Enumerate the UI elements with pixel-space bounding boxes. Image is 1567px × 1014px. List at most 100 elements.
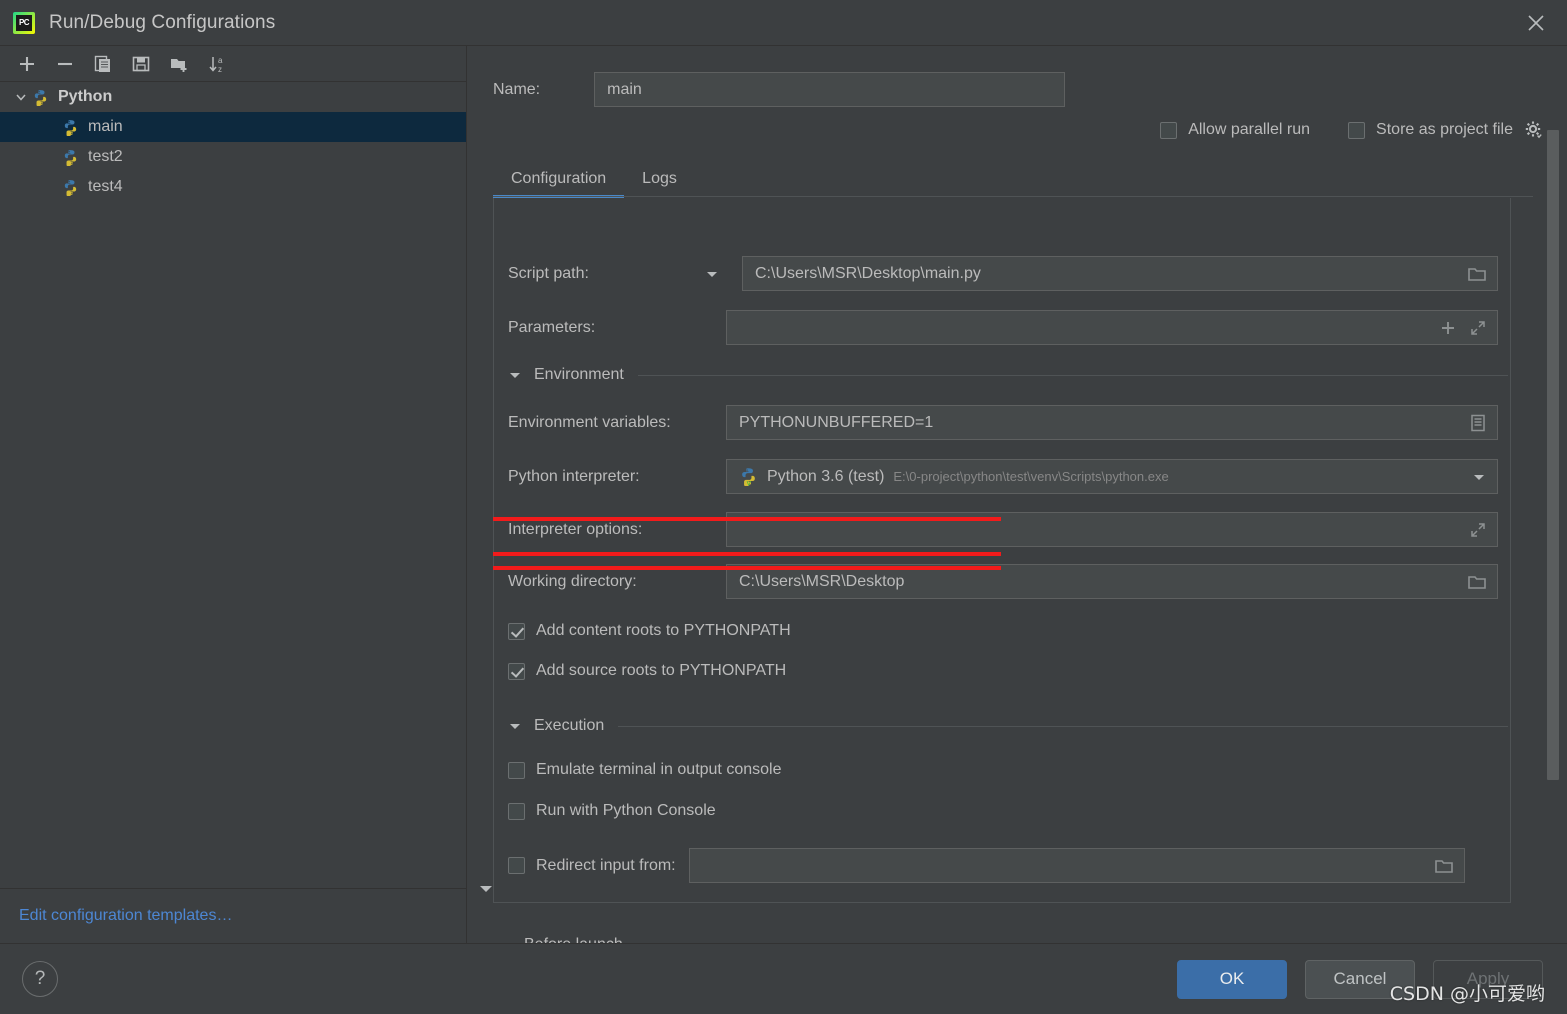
script-path-input[interactable]: C:\Users\MSR\Desktop\main.py [742,256,1498,291]
script-path-mode-dropdown[interactable] [704,266,720,282]
add-content-roots-label: Add content roots to PYTHONPATH [536,622,791,640]
section-rule [618,726,1508,727]
python-icon [62,179,79,196]
python-interpreter-label: Python interpreter: [508,468,736,486]
run-with-python-console-row[interactable]: Run with Python Console [508,802,716,820]
configurations-tree: Python main test2 [0,82,466,202]
pycharm-icon: PC [13,12,35,34]
before-launch-section-title: Before launch [524,936,623,943]
gear-icon [1523,120,1543,140]
name-row: Name: main [493,72,1065,107]
panel-scrollbar-thumb[interactable] [1547,130,1559,780]
save-icon [131,54,151,74]
parameters-expand-button[interactable] [1469,319,1487,337]
close-button[interactable] [1505,0,1567,45]
sort-configurations-button[interactable]: a z [198,49,236,79]
panel-options: Allow parallel run Store as project file [1160,120,1543,140]
emulate-terminal-label: Emulate terminal in output console [536,761,781,779]
remove-configuration-button[interactable] [46,49,84,79]
svg-text:z: z [218,65,222,74]
store-as-project-file-settings-button[interactable] [1523,120,1543,140]
python-icon [62,149,79,166]
working-directory-browse-button[interactable] [1467,573,1497,591]
run-with-python-console-checkbox[interactable] [508,803,525,820]
chevron-down-icon [704,266,720,282]
redirect-input-row: Redirect input from: [508,848,1498,883]
caret-down-icon [508,719,522,733]
run-with-python-console-label: Run with Python Console [536,802,716,820]
tree-group-label: Python [58,88,112,106]
emulate-terminal-checkbox[interactable] [508,762,525,779]
folder-add-icon [169,54,189,74]
new-folder-button[interactable] [160,49,198,79]
redirect-input-label: Redirect input from: [536,857,676,875]
tree-item-test2[interactable]: test2 [0,142,466,172]
ok-button[interactable]: OK [1177,960,1287,999]
help-button[interactable]: ? [22,961,58,997]
python-interpreter-row: Python interpreter: v Python 3.6 (test) … [508,459,1498,494]
store-as-project-file-label: Store as project file [1376,121,1513,139]
tree-item-test4[interactable]: test4 [0,172,466,202]
environment-variables-value: PYTHONUNBUFFERED=1 [727,414,933,432]
python-interpreter-dropdown-button[interactable] [1471,469,1497,485]
save-configuration-button[interactable] [122,49,160,79]
plus-icon [17,54,37,74]
emulate-terminal-row[interactable]: Emulate terminal in output console [508,761,781,779]
name-input-value: main [595,81,642,99]
redirect-input-browse-button[interactable] [1434,857,1464,875]
name-input[interactable]: main [594,72,1065,107]
before-launch-collapse-toggle[interactable] [477,880,495,903]
copy-configuration-button[interactable] [84,49,122,79]
environment-variables-edit-button[interactable] [1469,413,1497,433]
close-icon [1525,12,1547,34]
python-interpreter-select[interactable]: v Python 3.6 (test) E:\0-project\python\… [726,459,1498,494]
panel-scrollbar[interactable] [1545,128,1559,888]
allow-parallel-run-checkbox[interactable] [1160,122,1177,139]
add-configuration-button[interactable] [8,49,46,79]
copy-icon [93,54,113,74]
configurations-sidebar: a z Python [0,46,467,943]
add-source-roots-row[interactable]: Add source roots to PYTHONPATH [508,662,786,680]
parameters-add-macro-button[interactable] [1439,319,1457,337]
expand-icon [1469,521,1487,539]
tab-logs-label: Logs [642,170,677,187]
environment-section-header[interactable]: Environment [508,366,1508,384]
script-path-value: C:\Users\MSR\Desktop\main.py [743,265,981,283]
redirect-input-field[interactable] [689,848,1465,883]
add-content-roots-row[interactable]: Add content roots to PYTHONPATH [508,622,791,640]
tab-configuration-label: Configuration [511,170,606,187]
sort-az-icon: a z [207,54,227,74]
folder-icon [1434,857,1454,875]
parameters-input[interactable] [726,310,1498,345]
interpreter-options-label: Interpreter options: [508,521,736,539]
configuration-form: Script path: C:\Users\MSR\Desktop\main.p… [493,198,1511,903]
chevron-down-icon[interactable] [10,90,32,104]
tab-configuration[interactable]: Configuration [493,170,624,198]
tree-item-label: main [88,118,123,136]
tree-item-label: test4 [88,178,123,196]
interpreter-options-expand-button[interactable] [1469,521,1497,539]
script-path-browse-button[interactable] [1467,265,1497,283]
python-icon [32,89,49,106]
cancel-button-label: Cancel [1334,969,1387,989]
tree-item-main[interactable]: main [0,112,466,142]
annotation-line-middle [493,552,1001,556]
page-title: Run/Debug Configurations [49,12,275,34]
svg-text:v: v [747,477,752,486]
tree-group-python[interactable]: Python [0,82,466,112]
execution-section-header[interactable]: Execution [508,717,1508,735]
caret-down-icon [477,880,495,898]
redirect-input-checkbox[interactable] [508,857,525,874]
tab-logs[interactable]: Logs [624,170,695,198]
environment-variables-row: Environment variables: PYTHONUNBUFFERED=… [508,405,1498,440]
add-content-roots-checkbox[interactable] [508,623,525,640]
python-interpreter-value: Python 3.6 (test) [767,468,884,486]
before-launch-section-header[interactable]: Before launch [498,936,1538,943]
edit-configuration-templates-link[interactable]: Edit configuration templates… [0,888,467,943]
environment-variables-input[interactable]: PYTHONUNBUFFERED=1 [726,405,1498,440]
store-as-project-file-checkbox[interactable] [1348,122,1365,139]
execution-section-title: Execution [534,717,604,735]
configuration-panel: Name: main Allow parallel run Store as p… [468,46,1567,943]
dialog-footer: ? OK Cancel Apply [0,943,1567,1014]
add-source-roots-checkbox[interactable] [508,663,525,680]
